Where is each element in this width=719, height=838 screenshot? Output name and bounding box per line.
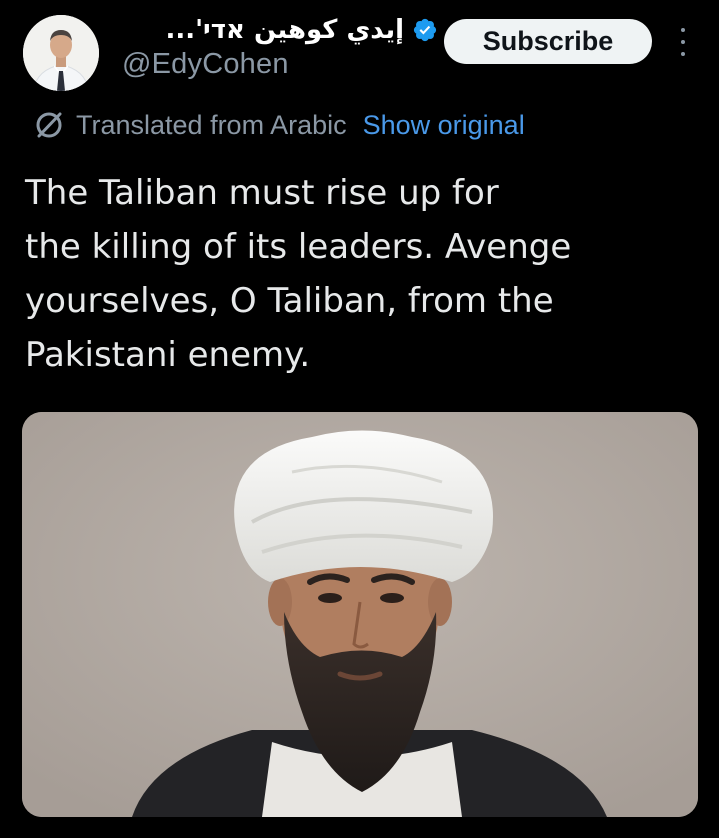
- subscribe-button[interactable]: Subscribe: [444, 19, 652, 64]
- more-dot: [681, 40, 685, 44]
- verified-badge-icon: [413, 18, 437, 42]
- tweet-text: The Taliban must rise up for the killing…: [25, 166, 665, 382]
- author-handle[interactable]: @EdyCohen: [122, 48, 289, 81]
- translate-icon: [36, 112, 62, 138]
- more-vertical-icon[interactable]: [676, 28, 690, 56]
- avatar[interactable]: [23, 15, 99, 91]
- more-dot: [681, 28, 685, 32]
- tweet-text-line: Pakistani enemy.: [25, 335, 311, 375]
- author-display-name[interactable]: إيدي كوهين אדי'...: [165, 15, 404, 45]
- translation-bar: Translated from Arabic Show original: [32, 106, 525, 144]
- translated-from-label: Translated from Arabic: [76, 109, 347, 140]
- tweet-text-line: the killing of its leaders. Avenge: [25, 227, 572, 267]
- author-name-row[interactable]: إيدي كوهين אדי'...: [118, 8, 438, 52]
- show-original-link[interactable]: Show original: [363, 110, 525, 141]
- tweet-media-image[interactable]: [22, 412, 698, 817]
- more-dot: [681, 52, 685, 56]
- tweet-text-line: The Taliban must rise up for: [25, 173, 499, 213]
- tweet-text-line: yourselves, O Taliban, from the: [25, 281, 554, 321]
